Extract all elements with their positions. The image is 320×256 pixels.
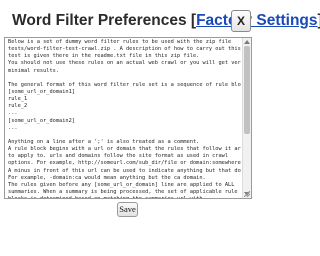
rules-text-line: You should not use these rules on an act… (8, 60, 241, 67)
rules-text-line: A minus in front of this url can be used… (8, 167, 241, 174)
rules-text-line: [some_url_or_domain2] (8, 117, 75, 124)
rules-text-line: The rules given before any [some_url_or_… (8, 181, 235, 188)
rules-text-line: rule_2 (8, 103, 28, 110)
rules-text-line: For example, -domain:ca would mean anyth… (8, 174, 206, 181)
rules-text-line (8, 132, 241, 139)
rules-text-line: minimal results. (8, 67, 60, 74)
rules-text-line: ... (8, 110, 18, 117)
rules-text-content[interactable]: Below is a set of dummy word filter rule… (8, 39, 241, 198)
rules-text-line: blocks is determined based on matching t… (8, 196, 241, 198)
rules-text-line: A rule block begins with a url or domain… (8, 146, 241, 153)
word-filter-rules-textarea[interactable]: Below is a set of dummy word filter rule… (4, 37, 252, 199)
rules-text-line: [some_url_or_domain1] (8, 88, 75, 95)
dialog-title-text: Word Filter Preferences (12, 12, 187, 29)
scroll-up-icon[interactable] (244, 40, 250, 44)
scroll-thumb[interactable] (244, 46, 250, 134)
factory-settings-link[interactable]: Factory Settings (196, 12, 317, 29)
rules-text-line: to apply to. urls and domains follow the… (8, 153, 229, 160)
textarea-scrollbar[interactable] (242, 38, 251, 198)
save-button[interactable]: Save (117, 202, 138, 217)
close-button[interactable]: X (231, 10, 251, 32)
rules-text-line: Below is a set of dummy word filter rule… (8, 39, 232, 45)
rules-text-line: test is given there in the readme.txt fi… (8, 53, 200, 60)
dialog-title: Word Filter Preferences [Factory Setting… (12, 12, 320, 30)
word-filter-preferences-dialog: Word Filter Preferences [Factory Setting… (0, 0, 320, 256)
rules-text-line: The general format of this word filter r… (8, 81, 241, 88)
rules-text-line: summaries. When a summary is being proce… (8, 188, 238, 195)
rules-text-line: tests/word-filter-test-crawl.zip . A des… (8, 46, 241, 53)
rules-text-line: ... (8, 124, 18, 131)
rules-text-line: Anything on a line after a ';' is also t… (8, 138, 200, 145)
resize-grip-icon[interactable] (244, 191, 250, 197)
dialog-header: Word Filter Preferences [Factory Setting… (0, 10, 320, 36)
rules-text-line: rule_1 (8, 96, 28, 103)
rules-text-line (8, 75, 241, 82)
rules-text-line: options. For example, http://someurl.com… (8, 160, 241, 167)
